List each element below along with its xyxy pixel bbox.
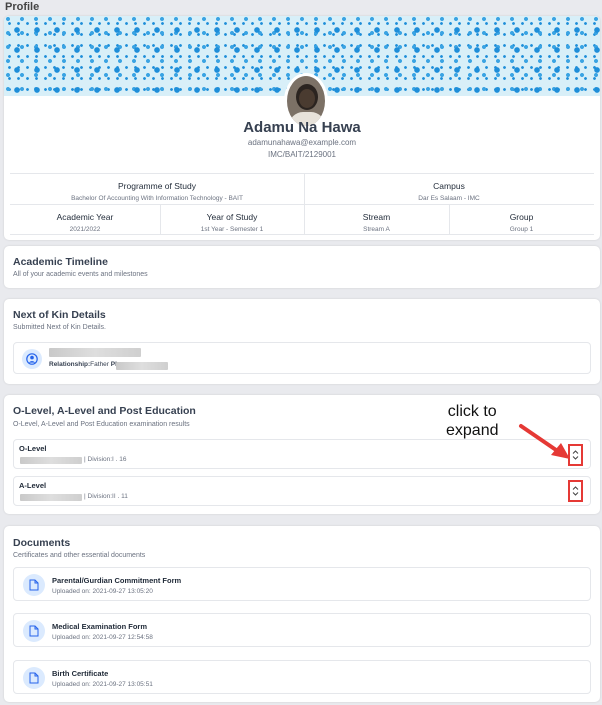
document-item[interactable]: Parental/Gurdian Commitment Form Uploade… [13, 567, 591, 601]
year-of-study-cell: Year of Study 1st Year - Semester 1 [160, 205, 304, 235]
profile-info-grid: Programme of Study Bachelor Of Accountin… [10, 173, 594, 235]
kin-entry: Relationship:Father Phone [13, 342, 591, 374]
campus-label: Campus [433, 181, 465, 191]
document-icon [23, 620, 45, 642]
stream-value: Stream A [363, 226, 390, 233]
education-subtitle: O-Level, A-Level and Post Education exam… [13, 421, 190, 428]
divider [449, 205, 450, 235]
timeline-title: Academic Timeline [13, 256, 108, 268]
group-cell: Group Group 1 [449, 205, 594, 235]
document-title: Parental/Gurdian Commitment Form [52, 576, 182, 585]
profile-card: Adamu Na Hawa adamunahawa@example.com IM… [4, 16, 600, 240]
timeline-subtitle: All of your academic events and mileston… [13, 271, 148, 278]
profile-email: adamunahawa@example.com [247, 138, 357, 147]
document-date: Uploaded on: 2021-09-27 13:05:20 [52, 588, 153, 595]
annotation-line2: expand [446, 422, 499, 439]
year-of-study-label: Year of Study [206, 212, 258, 222]
chevron-updown-icon [572, 486, 579, 496]
profile-name: Adamu Na Hawa [243, 119, 361, 136]
education-card: O-Level, A-Level and Post Education O-Le… [4, 395, 600, 514]
academic-year-label: Academic Year [56, 212, 114, 222]
programme-label: Programme of Study [118, 181, 196, 191]
document-title: Birth Certificate [52, 669, 109, 678]
alevel-school-redacted [20, 494, 82, 501]
olevel-name: O-Level [19, 444, 47, 453]
divider [304, 174, 305, 235]
relationship-label: Relationship: [49, 361, 91, 368]
stream-cell: Stream Stream A [304, 205, 449, 235]
alevel-item[interactable]: A-Level | Division:II . 11 [13, 476, 591, 506]
kin-title: Next of Kin Details [13, 309, 106, 321]
alevel-name: A-Level [19, 481, 47, 490]
document-date: Uploaded on: 2021-09-27 13:05:51 [52, 681, 153, 688]
document-date: Uploaded on: 2021-09-27 12:54:58 [52, 634, 153, 641]
document-item[interactable]: Medical Examination Form Uploaded on: 20… [13, 613, 591, 647]
stream-label: Stream [362, 212, 391, 222]
page-title: Profile [5, 1, 40, 13]
academic-timeline-card[interactable]: Academic Timeline All of your academic e… [4, 246, 600, 288]
annotation-arrow [519, 424, 570, 459]
document-icon [23, 574, 45, 596]
olevel-item[interactable]: O-Level | Division:I . 16 [13, 439, 591, 469]
programme-value: Bachelor Of Accounting With Information … [71, 195, 243, 202]
profile-reg-number: IMC/BAIT/2129001 [267, 150, 337, 159]
documents-subtitle: Certificates and other essential documen… [13, 552, 146, 559]
year-of-study-value: 1st Year - Semester 1 [200, 226, 264, 233]
kin-phone-redacted [116, 362, 168, 370]
campus-value: Dar Es Salaam - IMC [418, 195, 480, 202]
group-value: Group 1 [509, 226, 534, 233]
alevel-expand-button[interactable] [568, 480, 583, 502]
document-item[interactable]: Birth Certificate Uploaded on: 2021-09-2… [13, 660, 591, 694]
olevel-school-redacted [20, 457, 82, 464]
kin-subtitle: Submitted Next of Kin Details. [13, 324, 106, 331]
academic-year-cell: Academic Year 2021/2022 [10, 205, 160, 235]
document-icon [23, 667, 45, 689]
alevel-division: | Division:II . 11 [84, 493, 128, 500]
kin-name-redacted [49, 348, 141, 357]
academic-year-value: 2021/2022 [69, 226, 101, 233]
programme-cell: Programme of Study Bachelor Of Accountin… [10, 174, 304, 205]
group-label: Group [509, 212, 534, 222]
education-title: O-Level, A-Level and Post Education [13, 405, 196, 417]
annotation-line1: click to [447, 403, 497, 420]
documents-card: Documents Certificates and other essenti… [4, 526, 600, 702]
next-of-kin-card: Next of Kin Details Submitted Next of Ki… [4, 299, 600, 384]
annotation-text: click to expand [446, 402, 499, 440]
olevel-division: | Division:I . 16 [84, 456, 127, 463]
person-icon [22, 349, 42, 369]
relationship-value: Father [90, 361, 109, 368]
document-title: Medical Examination Form [52, 622, 148, 631]
campus-cell: Campus Dar Es Salaam - IMC [304, 174, 594, 205]
documents-title: Documents [13, 537, 71, 549]
divider [160, 205, 161, 235]
